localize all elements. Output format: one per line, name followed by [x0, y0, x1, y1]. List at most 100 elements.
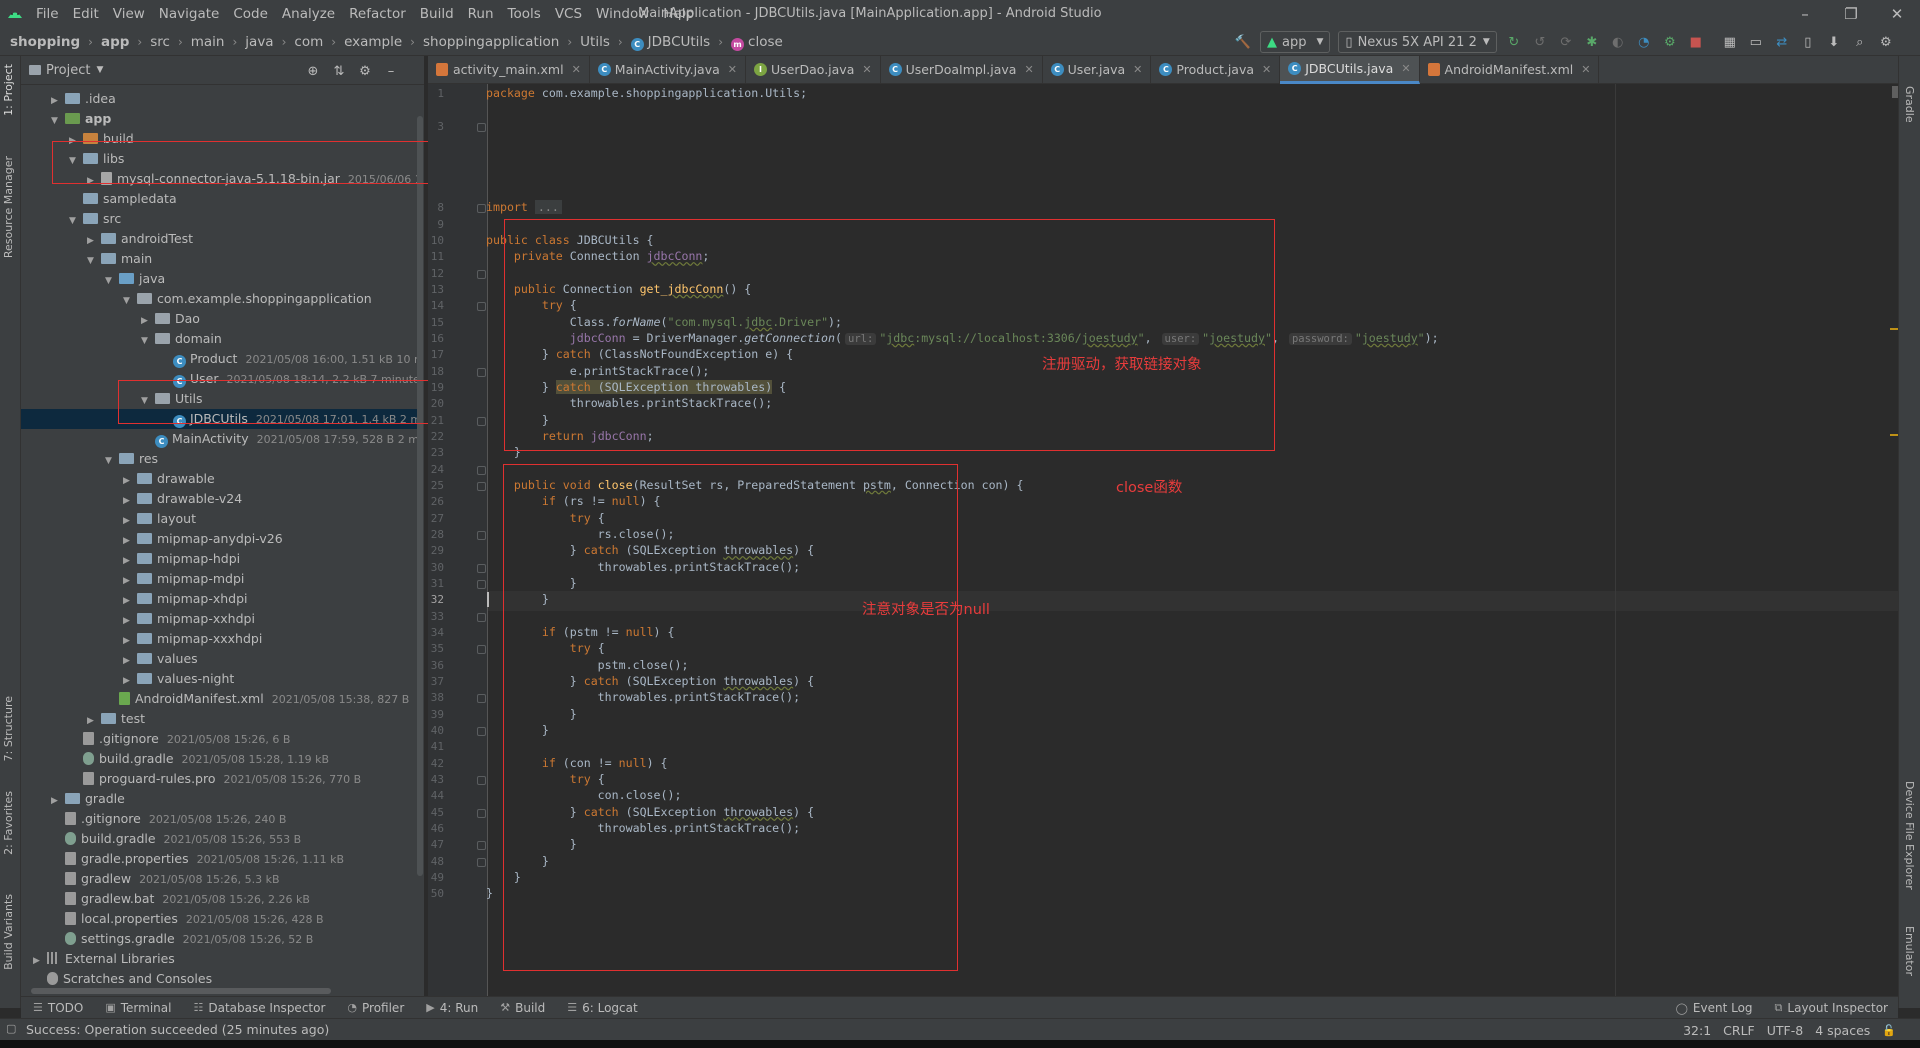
fold-toggle-icon[interactable]: [477, 612, 486, 622]
menu-vcs[interactable]: VCS: [555, 6, 582, 22]
expanded-arrow-icon[interactable]: ▼: [123, 291, 137, 311]
collapsed-arrow-icon[interactable]: ▶: [141, 311, 155, 331]
tree-item[interactable]: C JDBCUtils 2021/05/08 17:01, 1.4 kB 2 min…: [21, 409, 421, 429]
tree-item[interactable]: C Product 2021/05/08 16:00, 1.51 kB 10 min…: [21, 349, 421, 369]
lock-icon[interactable]: 🔓: [1882, 1024, 1896, 1037]
collapsed-arrow-icon[interactable]: ▶: [123, 651, 137, 671]
close-tab-icon[interactable]: ✕: [1581, 63, 1590, 76]
tree-item[interactable]: ▼ src: [21, 209, 421, 229]
search-icon[interactable]: ⌕: [1847, 31, 1873, 53]
tree-item[interactable]: gradle.properties 2021/05/08 15:26, 1.11 …: [21, 849, 421, 869]
fold-toggle-icon[interactable]: [477, 579, 486, 589]
tree-item[interactable]: AndroidManifest.xml 2021/05/08 15:38, 827…: [21, 689, 421, 709]
bottom-tool-database-inspector[interactable]: Database Inspector: [208, 1001, 325, 1015]
bottom-tool-todo[interactable]: TODO: [48, 1001, 83, 1015]
tree-item[interactable]: ▶ drawable: [21, 469, 421, 489]
chevron-down-icon[interactable]: ▼: [96, 65, 103, 75]
fold-toggle-icon[interactable]: [477, 367, 486, 377]
project-horizontal-scrollbar[interactable]: [31, 988, 331, 994]
collapsed-arrow-icon[interactable]: ▶: [123, 591, 137, 611]
tree-item[interactable]: Scratches and Consoles: [21, 969, 421, 989]
gear-icon[interactable]: ⚙: [352, 60, 378, 82]
layout-icon[interactable]: ▭: [1743, 31, 1769, 53]
close-tab-icon[interactable]: ✕: [1262, 63, 1271, 76]
collapsed-arrow-icon[interactable]: ▶: [123, 571, 137, 591]
hide-panel-icon[interactable]: –: [378, 60, 404, 82]
fold-toggle-icon[interactable]: [477, 841, 486, 851]
tree-item[interactable]: ▶ mipmap-mdpi: [21, 569, 421, 589]
tree-item[interactable]: ▶ drawable-v24: [21, 489, 421, 509]
bottom-tool-6-logcat[interactable]: 6: Logcat: [582, 1001, 638, 1015]
sync-gradle-icon[interactable]: ⇄: [1769, 31, 1795, 53]
tree-item[interactable]: ▼ com.example.shoppingapplication: [21, 289, 421, 309]
tree-item[interactable]: sampledata: [21, 189, 421, 209]
fold-toggle-icon[interactable]: [477, 481, 486, 491]
indent-setting[interactable]: 4 spaces: [1815, 1023, 1870, 1038]
event-log-button[interactable]: Event Log: [1693, 1001, 1753, 1015]
menu-navigate[interactable]: Navigate: [159, 6, 220, 22]
fold-toggle-icon[interactable]: [477, 269, 486, 279]
expanded-arrow-icon[interactable]: ▼: [141, 391, 155, 411]
tree-item[interactable]: build.gradle 2021/05/08 15:26, 553 B: [21, 829, 421, 849]
fold-toggle-icon[interactable]: [477, 302, 486, 312]
tab-gradle[interactable]: Gradle: [1903, 86, 1916, 123]
tab-device-file-explorer[interactable]: Device File Explorer: [1903, 781, 1916, 890]
close-tab-icon[interactable]: ✕: [1133, 63, 1142, 76]
bottom-tool-profiler[interactable]: Profiler: [362, 1001, 404, 1015]
close-window-icon[interactable]: ✕: [1874, 5, 1920, 23]
breadcrumb-item[interactable]: Utils: [580, 34, 610, 50]
expanded-arrow-icon[interactable]: ▼: [69, 211, 83, 231]
tree-item[interactable]: C User 2021/05/08 18:14, 2.2 kB 7 minutes …: [21, 369, 421, 389]
close-tab-icon[interactable]: ✕: [572, 63, 581, 76]
fold-toggle-icon[interactable]: [477, 563, 486, 573]
breadcrumb-item[interactable]: m close: [731, 34, 783, 51]
editor-tab[interactable]: C JDBCUtils.java ✕: [1280, 55, 1420, 84]
fold-toggle-icon[interactable]: [477, 726, 486, 736]
collapsed-arrow-icon[interactable]: ▶: [33, 951, 47, 971]
editor-tab[interactable]: C UserDoaImpl.java ✕: [881, 55, 1043, 84]
apply-code-changes-icon[interactable]: ⟳: [1553, 31, 1579, 53]
editor-tab[interactable]: AndroidManifest.xml ✕: [1420, 55, 1600, 84]
tree-item[interactable]: proguard-rules.pro 2021/05/08 15:26, 770 …: [21, 769, 421, 789]
menu-view[interactable]: View: [113, 6, 145, 22]
menu-tools[interactable]: Tools: [508, 6, 541, 22]
hammer-build-icon[interactable]: 🔨: [1230, 31, 1256, 53]
tree-item[interactable]: gradlew 2021/05/08 15:26, 5.3 kB: [21, 869, 421, 889]
expanded-arrow-icon[interactable]: ▼: [105, 451, 119, 471]
tree-item[interactable]: ▶ mipmap-xhdpi: [21, 589, 421, 609]
attach-debugger-icon[interactable]: ◔: [1631, 31, 1657, 53]
project-view-select[interactable]: Project: [46, 63, 90, 78]
collapsed-arrow-icon[interactable]: ▶: [51, 91, 65, 111]
tree-item[interactable]: gradlew.bat 2021/05/08 15:26, 2.26 kB: [21, 889, 421, 909]
close-tab-icon[interactable]: ✕: [1024, 63, 1033, 76]
close-tab-icon[interactable]: ✕: [728, 63, 737, 76]
tree-item[interactable]: ▶ .idea: [21, 89, 421, 109]
run-config-select[interactable]: ▲ app ▼: [1260, 31, 1331, 53]
tree-item[interactable]: ▶ gradle: [21, 789, 421, 809]
breadcrumb-item[interactable]: shoppingapplication: [423, 34, 559, 50]
project-structure-icon[interactable]: ▦: [1717, 31, 1743, 53]
collapsed-arrow-icon[interactable]: ▶: [123, 531, 137, 551]
editor-tab[interactable]: C Product.java ✕: [1151, 55, 1281, 84]
tree-item[interactable]: ▶ values-night: [21, 669, 421, 689]
tree-item[interactable]: ▶ mipmap-xxxhdpi: [21, 629, 421, 649]
tree-item[interactable]: ▼ res: [21, 449, 421, 469]
tree-item[interactable]: ▼ main: [21, 249, 421, 269]
collapsed-arrow-icon[interactable]: ▶: [87, 711, 101, 731]
tree-item[interactable]: ▶ build: [21, 129, 421, 149]
caret-position[interactable]: 32:1: [1683, 1023, 1711, 1038]
bottom-tool-4-run[interactable]: 4: Run: [440, 1001, 479, 1015]
collapsed-arrow-icon[interactable]: ▶: [87, 171, 101, 191]
collapsed-arrow-icon[interactable]: ▶: [87, 231, 101, 251]
line-separator[interactable]: CRLF: [1723, 1023, 1755, 1038]
breadcrumb-item[interactable]: app: [101, 34, 129, 50]
profile-icon[interactable]: ◐: [1605, 31, 1631, 53]
panel-toggle-icon[interactable]: ▢: [6, 1022, 16, 1035]
fold-toggle-icon[interactable]: [477, 530, 486, 540]
rerun-icon[interactable]: ↻: [1501, 31, 1527, 53]
breadcrumb-item[interactable]: example: [344, 34, 402, 50]
collapsed-arrow-icon[interactable]: ▶: [123, 631, 137, 651]
expanded-arrow-icon[interactable]: ▼: [141, 331, 155, 351]
tree-item[interactable]: ▶ layout: [21, 509, 421, 529]
collapsed-arrow-icon[interactable]: ▶: [123, 471, 137, 491]
